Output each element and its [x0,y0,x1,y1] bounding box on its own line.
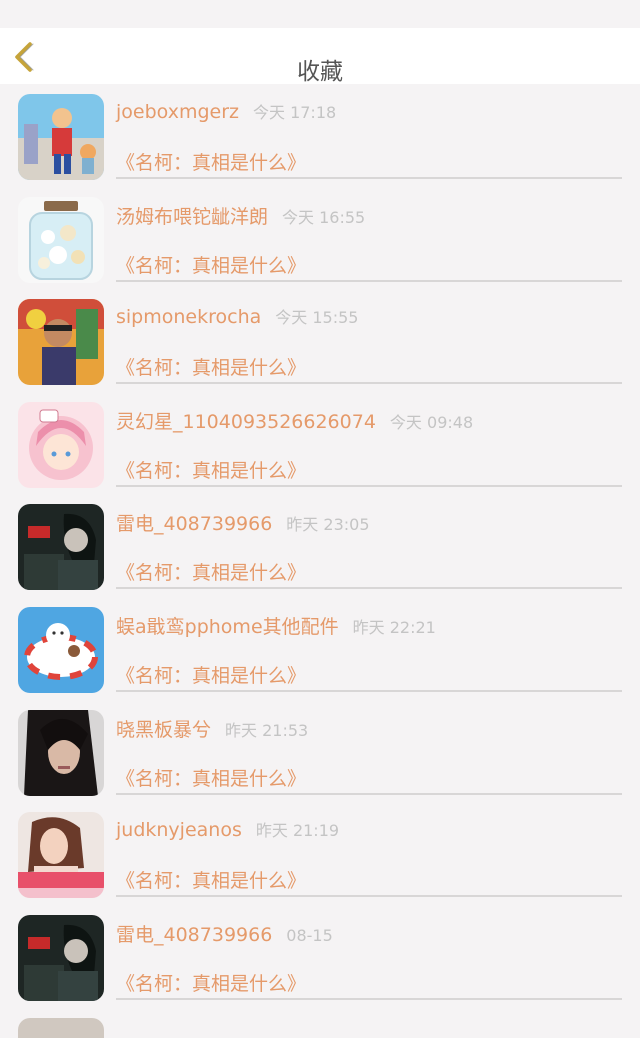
header: 收藏 [0,28,640,85]
divider [116,997,622,1000]
username: joeboxmgerz 今天 17:18 [116,101,337,123]
list-item[interactable]: joeboxmgerz 今天 17:18 《名柯：真相是什么》 [0,88,640,191]
avatar[interactable] [18,504,104,591]
favorites-list: joeboxmgerz 今天 17:18 《名柯：真相是什么》 汤姆布喂铊龇洋朗今… [0,88,640,1011]
status-bar [0,0,640,28]
list-item[interactable]: 雷电_408739966 08-15 《名柯：真相是什么》 [0,909,640,1012]
list-item[interactable]: 灵幻星_1104093526626074 今天 09:48 《名柯：真相是什么》 [0,396,640,499]
timestamp: 昨天 21:53 [225,720,309,740]
favorite-title: 《名柯：真相是什么》 [116,664,307,687]
avatar[interactable] [18,1018,104,1038]
favorite-title: 《名柯：真相是什么》 [116,870,307,893]
divider [116,177,622,179]
username: judknyjeanos 昨天 21:19 [116,819,340,842]
avatar[interactable] [18,812,104,899]
avatar[interactable] [18,401,104,488]
avatar[interactable] [18,709,104,796]
divider [116,792,622,795]
username: sipmonekrocha 今天 15:55 [116,306,359,329]
username: 雷电_408739966 08-15 [116,923,333,946]
favorite-title: 《名柯：真相是什么》 [116,767,307,790]
list-item[interactable]: judknyjeanos 昨天 21:19 《名柯：真相是什么》 [0,806,640,909]
username: 蜈a戢鸾pphome其他配件 昨天 22:21 [116,615,436,638]
timestamp: 今天 15:55 [275,308,359,328]
page-title: 收藏 [297,59,343,85]
timestamp: 今天 16:55 [282,207,366,227]
avatar[interactable] [18,914,104,1001]
list-item[interactable]: 晓黑板暴兮 昨天 21:53 《名柯：真相是什么》 [0,704,640,807]
avatar[interactable] [18,606,104,693]
timestamp: 08-15 [286,925,333,945]
avatar[interactable] [18,196,104,283]
divider [116,484,622,487]
timestamp: 昨天 22:21 [352,617,436,637]
divider [116,895,622,898]
favorite-title: 《名柯：真相是什么》 [116,152,307,174]
divider [116,279,622,282]
timestamp: 昨天 23:05 [286,515,370,535]
favorite-title: 《名柯：真相是什么》 [116,562,307,585]
favorite-title: 《名柯：真相是什么》 [116,972,307,995]
divider [116,382,622,385]
avatar[interactable] [18,299,104,386]
list-item[interactable]: sipmonekrocha 今天 15:55 《名柯：真相是什么》 [0,293,640,396]
list-item[interactable]: 汤姆布喂铊龇洋朗 今天 16:55 《名柯：真相是什么》 [0,191,640,294]
favorite-title: 《名柯：真相是什么》 [116,357,307,380]
username: 晓黑板暴兮 昨天 21:53 [116,718,309,741]
timestamp: 今天 17:18 [252,103,337,122]
divider [116,689,622,692]
avatar[interactable] [18,94,104,180]
list-item[interactable]: 蜈a戢鸾pphome其他配件 昨天 22:21 《名柯：真相是什么》 [0,601,640,704]
username: 雷电_408739966 昨天 23:05 [116,513,370,536]
timestamp: 昨天 21:19 [255,821,340,841]
timestamp: 今天 09:48 [389,412,474,432]
list-item[interactable]: 雷电_408739966 昨天 23:05 《名柯：真相是什么》 [0,498,640,601]
divider [116,587,622,590]
favorite-title: 《名柯：真相是什么》 [116,459,307,482]
favorite-title: 《名柯：真相是什么》 [116,254,307,277]
username: 汤姆布喂铊龇洋朗 今天 16:55 [116,205,366,228]
username: 灵幻星_1104093526626074 今天 09:48 [116,410,474,433]
